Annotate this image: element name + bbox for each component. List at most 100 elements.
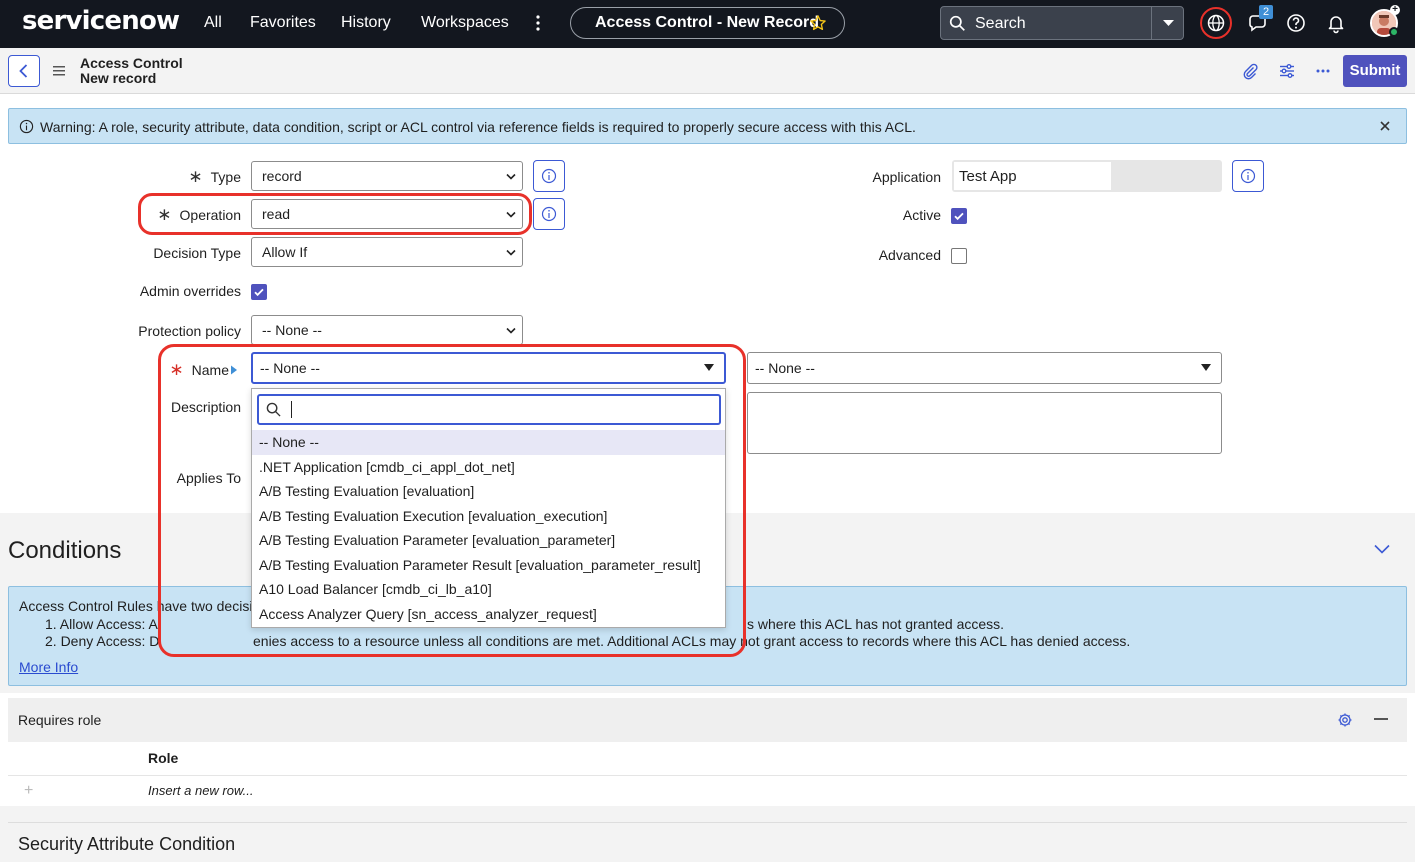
conditions-info-line1: Access Control Rules have two decisio <box>19 598 261 614</box>
required-icon: ∗ <box>188 167 203 186</box>
dropdown-option[interactable]: A/B Testing Evaluation Parameter [evalua… <box>252 528 725 553</box>
name-table-select[interactable]: -- None -- <box>251 352 726 384</box>
type-select[interactable]: record <box>251 161 523 191</box>
chevron-down-icon <box>1201 364 1211 371</box>
active-label: Active <box>902 207 941 223</box>
application-label: Application <box>872 169 942 185</box>
check-icon <box>254 288 264 297</box>
reference-arrow-icon[interactable] <box>230 365 238 375</box>
hamburger-icon[interactable] <box>53 64 67 78</box>
search-icon <box>266 402 281 417</box>
description-textarea[interactable] <box>747 392 1222 454</box>
required-icon: ∗ <box>157 205 172 224</box>
globe-icon[interactable] <box>1200 7 1232 39</box>
name-dropdown-list: -- None -- .NET Application [cmdb_ci_app… <box>251 388 726 628</box>
info-icon <box>19 119 34 134</box>
operation-label: ∗ Operation <box>157 205 241 224</box>
role-column-header[interactable]: Role <box>148 750 178 766</box>
conditions-info-line2-end: s where this ACL has not granted access. <box>747 616 1005 632</box>
conditions-info-line3-end: enies access to a resource unless all co… <box>253 633 1131 649</box>
nav-more-icon[interactable] <box>530 12 546 34</box>
more-icon[interactable] <box>1314 62 1332 80</box>
application-field: Test App <box>952 160 1222 192</box>
divider <box>8 775 1407 776</box>
search-scope-dropdown[interactable] <box>1151 7 1184 39</box>
admin-overrides-checkbox[interactable] <box>251 284 267 300</box>
paperclip-icon[interactable] <box>1241 62 1259 80</box>
dropdown-option[interactable]: .NET Application [cmdb_ci_appl_dot_net] <box>252 455 725 480</box>
application-info-button[interactable] <box>1232 160 1264 192</box>
security-attribute-section: Security Attribute Condition <box>8 822 1407 862</box>
help-icon[interactable] <box>1285 12 1307 34</box>
type-info-button[interactable] <box>533 160 565 192</box>
conditions-info-line2-start: 1. Allow Access: A <box>45 616 158 632</box>
nav-all[interactable]: All <box>204 14 222 32</box>
global-search-input[interactable]: Search <box>940 6 1184 40</box>
gear-icon[interactable] <box>1337 712 1353 728</box>
dropdown-search-input[interactable] <box>257 394 721 425</box>
nav-favorites[interactable]: Favorites <box>250 14 316 32</box>
info-icon <box>541 206 557 222</box>
chevron-down-icon[interactable] <box>1373 542 1391 556</box>
requires-role-title: Requires role <box>18 712 102 728</box>
servicenow-logo[interactable]: servicenow <box>22 6 180 36</box>
name-field-select[interactable]: -- None -- <box>747 352 1222 384</box>
info-icon <box>541 168 557 184</box>
chevron-down-icon <box>506 173 516 180</box>
warning-text: Warning: A role, security attribute, dat… <box>40 119 916 135</box>
sliders-icon[interactable] <box>1278 62 1296 80</box>
advanced-label: Advanced <box>878 247 941 263</box>
warning-banner: Warning: A role, security attribute, dat… <box>8 108 1407 144</box>
description-label: Description <box>170 399 241 415</box>
more-info-link[interactable]: More Info <box>19 659 78 675</box>
advanced-checkbox[interactable] <box>951 248 967 264</box>
close-icon[interactable] <box>1378 119 1392 133</box>
chevron-down-icon <box>506 327 516 334</box>
form-title-record: New record <box>80 70 157 86</box>
protection-policy-select[interactable]: -- None -- <box>251 315 523 345</box>
name-label: ∗ Name <box>169 360 229 379</box>
back-button[interactable] <box>8 55 40 87</box>
admin-overrides-label: Admin overrides <box>139 283 241 299</box>
active-checkbox[interactable] <box>951 208 967 224</box>
dropdown-option[interactable]: Access Analyzer Query [sn_access_analyze… <box>252 602 725 627</box>
nav-history[interactable]: History <box>341 14 391 32</box>
conditions-title: Conditions <box>8 537 122 564</box>
chat-badge: 2 <box>1259 5 1273 19</box>
operation-info-button[interactable] <box>533 198 565 230</box>
security-attribute-title: Security Attribute Condition <box>18 834 236 854</box>
info-icon <box>1240 168 1256 184</box>
nav-workspaces[interactable]: Workspaces <box>421 14 509 32</box>
record-title-pill[interactable]: Access Control - New Record <box>570 7 845 39</box>
dropdown-option[interactable]: A/B Testing Evaluation [evaluation] <box>252 479 725 504</box>
collapse-icon[interactable] <box>1374 718 1388 720</box>
chevron-down-icon <box>704 364 714 371</box>
applies-to-label: Applies To <box>176 470 241 486</box>
chevron-down-icon <box>506 249 516 256</box>
decision-type-label: Decision Type <box>153 245 241 261</box>
check-icon <box>954 212 964 221</box>
type-label: ∗ Type <box>188 167 241 186</box>
dropdown-option[interactable]: A/B Testing Evaluation Parameter Result … <box>252 553 725 578</box>
search-icon <box>949 15 966 32</box>
insert-row-cell[interactable]: Insert a new row... <box>148 783 254 798</box>
required-icon: ∗ <box>169 360 184 379</box>
bell-icon[interactable] <box>1325 12 1347 34</box>
text-cursor <box>291 401 292 418</box>
conditions-info-line3-start: 2. Deny Access: D <box>45 633 160 649</box>
dropdown-option[interactable]: A/B Testing Evaluation Execution [evalua… <box>252 504 725 529</box>
star-icon[interactable] <box>809 14 827 32</box>
requires-role-section: Requires role Role + Insert a new row... <box>8 698 1407 806</box>
chevron-down-icon <box>506 211 516 218</box>
search-placeholder: Search <box>975 15 1026 32</box>
submit-button[interactable]: Submit <box>1343 55 1407 87</box>
record-title-text: Access Control - New Record <box>595 14 820 31</box>
avatar-status-indicator <box>1389 27 1399 37</box>
application-value: Test App <box>954 162 1111 190</box>
top-navigation: servicenow All Favorites History Workspa… <box>0 0 1415 48</box>
decision-type-select[interactable]: Allow If <box>251 237 523 267</box>
operation-select[interactable]: read <box>251 199 523 229</box>
add-row-icon[interactable]: + <box>24 782 33 800</box>
dropdown-option[interactable]: A10 Load Balancer [cmdb_ci_lb_a10] <box>252 577 725 602</box>
dropdown-option[interactable]: -- None -- <box>252 430 725 455</box>
